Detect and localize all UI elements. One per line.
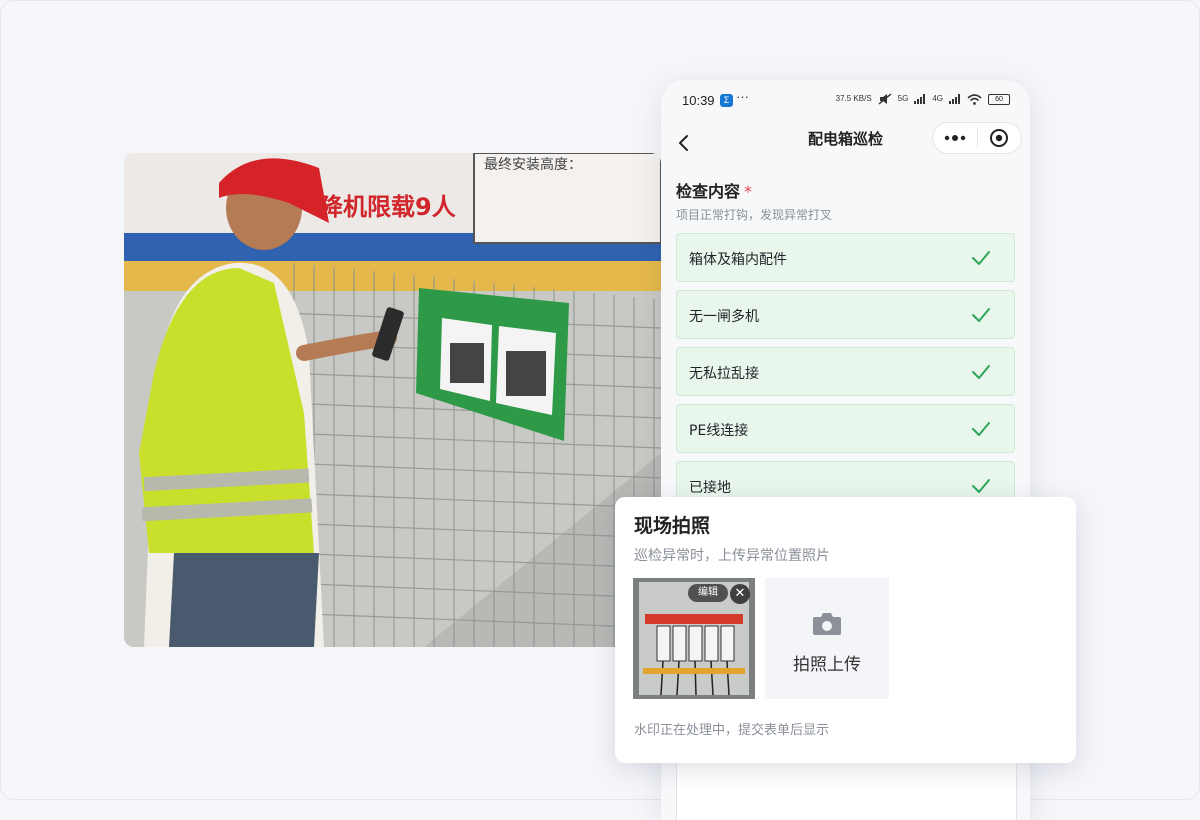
edit-photo-button[interactable]: 编辑 <box>688 584 728 602</box>
inspection-title: 检查内容 * <box>676 178 752 202</box>
check-list: 箱体及箱内配件 无一闸多机 无私拉乱接 PE线连接 已接地 <box>676 233 1015 518</box>
upload-label: 拍照上传 <box>793 655 861 675</box>
photo-card-title: 现场拍照 <box>634 515 711 537</box>
mini-program-capsule <box>932 122 1022 154</box>
wifi-icon <box>967 93 982 105</box>
more-dots-icon[interactable] <box>933 123 977 153</box>
sign-elevator-text: 降机限载9人 <box>319 193 456 221</box>
check-icon <box>972 308 990 322</box>
uploaded-photo-thumb[interactable]: 编辑 ✕ <box>633 578 755 699</box>
signal-icon <box>914 94 926 104</box>
inspection-hint: 项目正常打钩，发现异常打叉 <box>676 208 833 222</box>
check-icon <box>972 422 990 436</box>
inspection-title-text: 检查内容 <box>676 182 741 201</box>
photo-upload-card: 现场拍照 巡检异常时，上传异常位置照片 编辑 ✕ 拍照上传 水印正在处理中，提交… <box>615 497 1076 763</box>
status-more-icon: ··· <box>736 89 749 104</box>
check-item-label: 无私拉乱接 <box>689 366 759 382</box>
check-icon <box>972 251 990 265</box>
next-field-box <box>676 760 1017 820</box>
mute-icon <box>878 93 892 105</box>
status-time: 10:39 <box>682 93 715 108</box>
target-icon[interactable] <box>978 123 1021 153</box>
check-item-label: 无一闸多机 <box>689 309 759 325</box>
check-item[interactable]: 箱体及箱内配件 <box>676 233 1015 282</box>
take-photo-upload-button[interactable]: 拍照上传 <box>765 578 889 699</box>
watermark-note: 水印正在处理中，提交表单后显示 <box>634 723 830 738</box>
check-icon <box>972 365 990 379</box>
camera-icon <box>813 613 841 635</box>
sign-height-text: 最终安装高度： <box>484 156 582 173</box>
check-item-label: 箱体及箱内配件 <box>689 252 787 268</box>
remove-photo-close-icon[interactable]: ✕ <box>730 584 750 604</box>
battery-indicator: 60 <box>988 93 1010 105</box>
check-item[interactable]: 无私拉乱接 <box>676 347 1015 396</box>
app-badge-icon: Σ <box>720 94 733 107</box>
check-item-label: 已接地 <box>689 480 731 496</box>
check-icon <box>972 479 990 493</box>
check-item[interactable]: PE线连接 <box>676 404 1015 453</box>
required-mark: * <box>744 182 753 201</box>
network-4g: 4G <box>932 94 943 103</box>
photo-card-hint: 巡检异常时，上传异常位置照片 <box>634 548 830 564</box>
nav-bar: 配电箱巡检 <box>661 122 1030 168</box>
signal-icon-2 <box>949 94 960 104</box>
scene-photo: 最终安装高度： 降机限载9人 <box>124 153 661 647</box>
status-speed: 37.5 KB/S <box>835 94 872 103</box>
status-bar: 10:39 Σ ··· 37.5 KB/S 5G 4G 60 <box>661 80 1030 122</box>
check-item[interactable]: 无一闸多机 <box>676 290 1015 339</box>
check-item-label: PE线连接 <box>689 423 749 439</box>
network-5g: 5G <box>897 94 909 103</box>
